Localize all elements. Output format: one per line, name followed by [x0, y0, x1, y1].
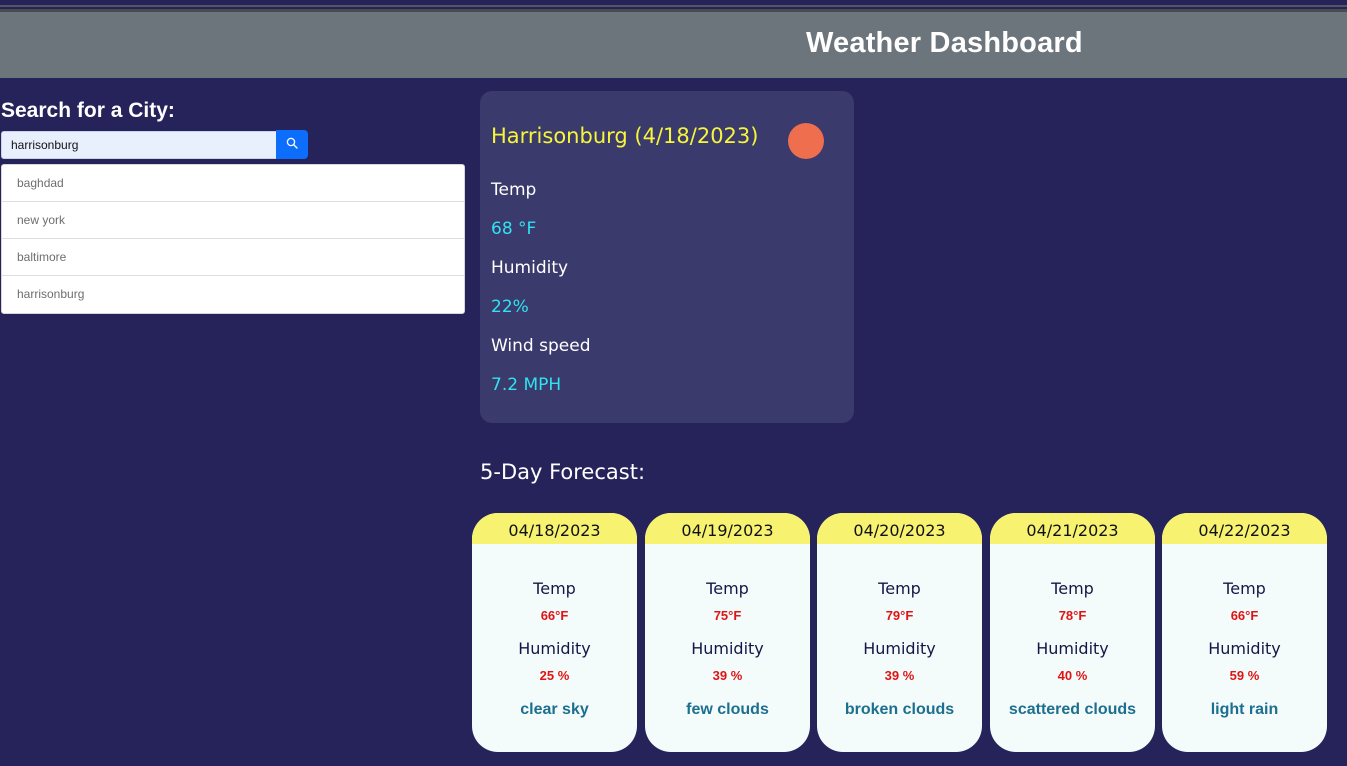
forecast-card: 04/18/2023 Temp 66°F Humidity 25 % clear…: [472, 513, 637, 752]
forecast-humidity-value: 40 %: [1057, 668, 1088, 683]
current-humidity-label: Humidity: [491, 258, 569, 278]
search-label: Search for a City:: [1, 99, 175, 122]
current-wind-value: 7.2 MPH: [491, 375, 562, 395]
forecast-card: 04/21/2023 Temp 78°F Humidity 40 % scatt…: [990, 513, 1155, 752]
page-title: Weather Dashboard: [806, 27, 1083, 59]
forecast-temp-label: Temp: [878, 579, 921, 598]
browser-top-strip: [0, 0, 1347, 12]
forecast-temp-label: Temp: [1051, 579, 1094, 598]
history-item-harrisonburg[interactable]: harrisonburg: [2, 276, 464, 313]
forecast-temp-label: Temp: [706, 579, 749, 598]
current-temp-label: Temp: [491, 180, 537, 200]
forecast-temp-value: 66°F: [1230, 608, 1259, 623]
page-header: Weather Dashboard: [0, 12, 1347, 78]
forecast-humidity-value: 39 %: [884, 668, 915, 683]
forecast-humidity-value: 39 %: [712, 668, 743, 683]
forecast-date: 04/19/2023: [645, 513, 810, 544]
forecast-description: scattered clouds: [1008, 701, 1137, 718]
forecast-temp-label: Temp: [533, 579, 576, 598]
forecast-temp-value: 79°F: [885, 608, 914, 623]
forecast-humidity-label: Humidity: [1036, 639, 1109, 658]
forecast-description: clear sky: [520, 701, 589, 718]
forecast-humidity-label: Humidity: [691, 639, 764, 658]
forecast-date: 04/20/2023: [817, 513, 982, 544]
forecast-title: 5-Day Forecast:: [480, 460, 646, 484]
forecast-humidity-value: 25 %: [539, 668, 570, 683]
current-temp-value: 68 °F: [491, 219, 537, 239]
history-item-baghdad[interactable]: baghdad: [2, 165, 464, 202]
sun-icon: [788, 123, 824, 159]
forecast-description: broken clouds: [844, 701, 955, 718]
current-city-date: Harrisonburg (4/18/2023): [491, 124, 759, 148]
forecast-humidity-label: Humidity: [518, 639, 591, 658]
forecast-temp-value: 66°F: [540, 608, 569, 623]
forecast-description: few clouds: [686, 701, 769, 718]
forecast-date: 04/21/2023: [990, 513, 1155, 544]
search-button[interactable]: [276, 130, 308, 159]
forecast-description: light rain: [1210, 701, 1279, 718]
forecast-humidity-label: Humidity: [863, 639, 936, 658]
search-history-list: baghdad new york baltimore harrisonburg: [1, 164, 465, 314]
forecast-date: 04/22/2023: [1162, 513, 1327, 544]
forecast-card: 04/22/2023 Temp 66°F Humidity 59 % light…: [1162, 513, 1327, 752]
current-wind-label: Wind speed: [491, 336, 591, 356]
forecast-temp-label: Temp: [1223, 579, 1266, 598]
current-humidity-value: 22%: [491, 297, 529, 317]
history-item-new-york[interactable]: new york: [2, 202, 464, 239]
forecast-card: 04/20/2023 Temp 79°F Humidity 39 % broke…: [817, 513, 982, 752]
forecast-temp-value: 75°F: [713, 608, 742, 623]
forecast-date: 04/18/2023: [472, 513, 637, 544]
forecast-humidity-value: 59 %: [1229, 668, 1260, 683]
current-weather-card: Harrisonburg (4/18/2023) Temp 68 °F Humi…: [480, 91, 854, 423]
forecast-temp-value: 78°F: [1058, 608, 1087, 623]
forecast-humidity-label: Humidity: [1208, 639, 1281, 658]
city-search-input[interactable]: [1, 131, 277, 159]
forecast-card: 04/19/2023 Temp 75°F Humidity 39 % few c…: [645, 513, 810, 752]
search-icon: [286, 137, 298, 152]
history-item-baltimore[interactable]: baltimore: [2, 239, 464, 276]
